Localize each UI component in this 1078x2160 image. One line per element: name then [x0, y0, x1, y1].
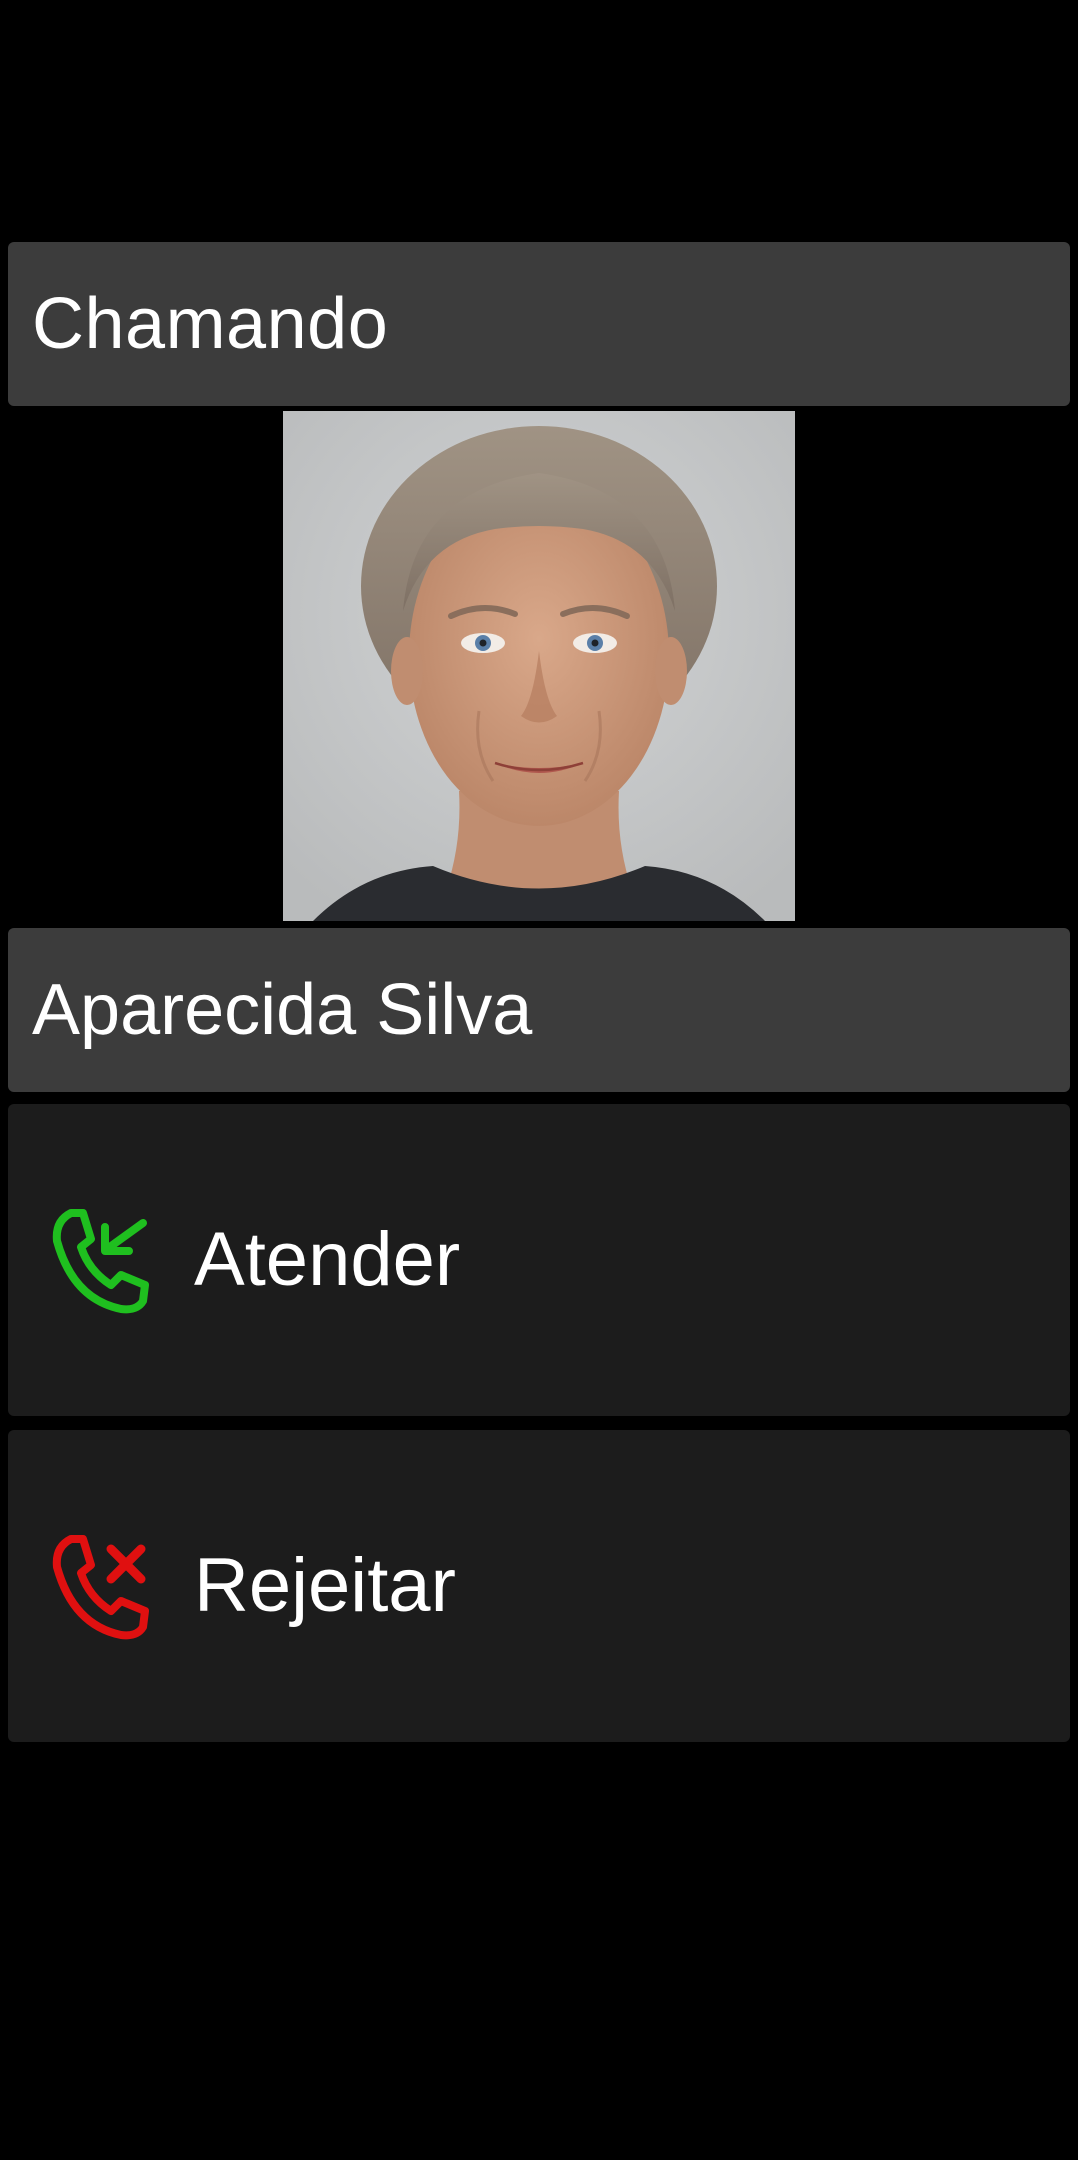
caller-name-box: Aparecida Silva	[8, 928, 1070, 1092]
caller-photo	[283, 411, 795, 921]
caller-portrait-image	[283, 411, 795, 921]
reject-call-button[interactable]: Rejeitar	[8, 1430, 1070, 1742]
phone-incoming-icon	[44, 1205, 154, 1315]
top-blank-area	[0, 0, 1078, 240]
answer-call-label: Atender	[194, 1217, 461, 1302]
call-status-header: Chamando	[8, 242, 1070, 406]
answer-call-button[interactable]: Atender	[8, 1104, 1070, 1416]
caller-name: Aparecida Silva	[32, 970, 533, 1050]
phone-reject-icon	[44, 1531, 154, 1641]
reject-call-label: Rejeitar	[194, 1543, 456, 1628]
call-status-label: Chamando	[32, 284, 389, 364]
